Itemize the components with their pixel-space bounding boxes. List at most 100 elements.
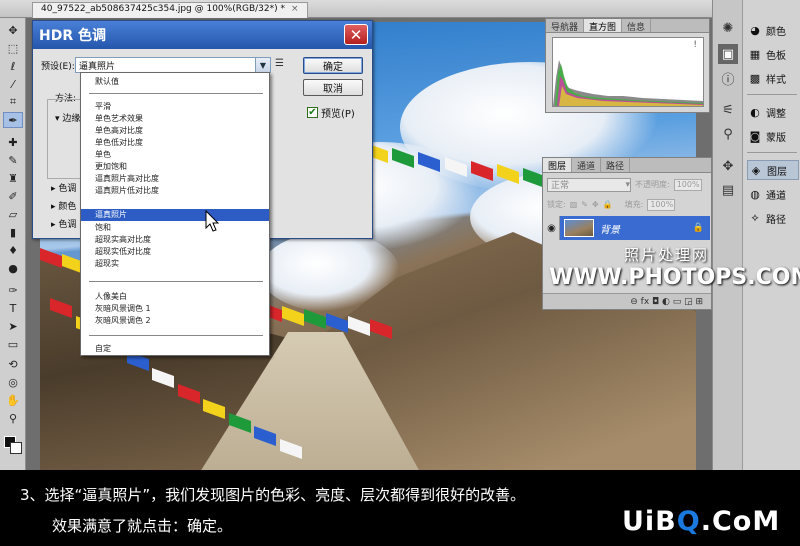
watermark-en: WWW.PHOTOPS.COM bbox=[549, 265, 800, 290]
stamp-icon[interactable]: ♜ bbox=[3, 170, 23, 186]
list-item[interactable]: 人像美白 bbox=[81, 291, 269, 303]
section-label: 色调 bbox=[58, 184, 77, 194]
panel-color[interactable]: ◕ 颜色 bbox=[747, 20, 799, 40]
panel-layers[interactable]: ◈ 图层 bbox=[747, 160, 799, 180]
list-item[interactable]: 单色高对比度 bbox=[81, 125, 269, 137]
eraser-icon[interactable]: ▱ bbox=[3, 206, 23, 222]
panel-swatches[interactable]: ▦ 色板 bbox=[747, 44, 799, 64]
panel-channels[interactable]: ◍ 通道 bbox=[747, 184, 799, 204]
info-icon[interactable]: ⓘ bbox=[718, 68, 738, 88]
panel-paths[interactable]: ⟡ 路径 bbox=[747, 208, 799, 228]
pen-icon[interactable]: ✑ bbox=[3, 282, 23, 298]
layer-row[interactable]: ◉ 背景 🔒 bbox=[544, 216, 710, 240]
section-tone[interactable]: ▸ 色调 bbox=[51, 181, 76, 194]
list-item[interactable]: 默认值 bbox=[81, 76, 269, 88]
sliders-icon[interactable]: ⚟ bbox=[718, 100, 738, 120]
list-item[interactable]: 饱和 bbox=[81, 222, 269, 234]
zoom-icon[interactable]: ⚲ bbox=[3, 410, 23, 426]
brightness-icon[interactable]: ✺ bbox=[718, 18, 738, 38]
preview-checkbox[interactable]: ✔ 预览(P) bbox=[307, 105, 355, 120]
preset-label: 预设(E): bbox=[41, 62, 75, 72]
hand-icon[interactable]: ✋ bbox=[3, 392, 23, 408]
crop-icon[interactable]: ⌗ bbox=[3, 94, 23, 110]
cancel-button[interactable]: 取消 bbox=[303, 79, 363, 96]
eye-icon[interactable]: ◉ bbox=[544, 216, 560, 240]
3d-orbit-icon[interactable]: ◎ bbox=[3, 374, 23, 390]
type-icon[interactable]: T bbox=[3, 300, 23, 316]
divider bbox=[89, 281, 263, 282]
panel-masks-label: 蒙版 bbox=[766, 132, 786, 144]
logo-part: UiB bbox=[622, 506, 677, 537]
blend-mode-select[interactable]: 正常 ▾ bbox=[547, 177, 631, 192]
divider bbox=[747, 94, 797, 95]
document-tab-title: 40_97522_ab508637425c354.jpg @ 100%(RGB/… bbox=[41, 4, 285, 14]
list-item[interactable]: 灰暗风景调色 1 bbox=[81, 303, 269, 315]
clone-source-icon[interactable]: ▤ bbox=[718, 180, 738, 200]
tab-channels[interactable]: 通道 bbox=[572, 158, 602, 172]
list-item[interactable]: 逼真照片高对比度 bbox=[81, 173, 269, 185]
healing-icon[interactable]: ✚ bbox=[3, 134, 23, 150]
lasso-icon[interactable]: ℓ bbox=[3, 58, 23, 74]
dodge-icon[interactable]: ● bbox=[3, 260, 23, 276]
puppet-icon[interactable]: ⚲ bbox=[718, 124, 738, 144]
preset-options-icon[interactable]: ☰ bbox=[275, 58, 284, 69]
list-item[interactable]: 超现实高对比度 bbox=[81, 234, 269, 246]
list-item[interactable]: 逼真照片低对比度 bbox=[81, 185, 269, 197]
edge-glow-label[interactable]: ▾ 边缘 bbox=[55, 111, 80, 124]
move-icon[interactable]: ✥ bbox=[3, 22, 23, 38]
quick-select-icon[interactable]: ⁄ bbox=[3, 76, 23, 92]
prayer-flag bbox=[282, 305, 304, 326]
tab-navigator[interactable]: 导航器 bbox=[546, 19, 585, 33]
lock-label: 锁定: bbox=[547, 200, 566, 209]
shape-icon[interactable]: ▭ bbox=[3, 336, 23, 352]
warning-icon[interactable]: ! bbox=[693, 40, 697, 50]
close-button[interactable]: ✕ bbox=[344, 24, 368, 45]
image-icon[interactable]: ▣ bbox=[718, 44, 738, 64]
tool-presets-icon[interactable]: ✥ bbox=[718, 156, 738, 176]
path-select-icon[interactable]: ➤ bbox=[3, 318, 23, 334]
panel-masks[interactable]: ◙ 蒙版 bbox=[747, 126, 799, 146]
blur-icon[interactable]: ♦ bbox=[3, 242, 23, 258]
chevron-down-icon[interactable]: ▼ bbox=[255, 58, 270, 72]
panel-styles[interactable]: ▩ 样式 bbox=[747, 68, 799, 88]
list-item[interactable]: 超现实低对比度 bbox=[81, 246, 269, 258]
3d-rotate-icon[interactable]: ⟲ bbox=[3, 356, 23, 372]
tab-paths[interactable]: 路径 bbox=[601, 158, 631, 172]
panel-channels-label: 通道 bbox=[766, 190, 786, 202]
lock-paint-icon[interactable]: ✎ bbox=[581, 200, 588, 209]
dialog-title-bar[interactable]: HDR 色调 bbox=[33, 21, 372, 49]
fill-input[interactable]: 100% bbox=[647, 198, 676, 211]
tab-histogram[interactable]: 直方图 bbox=[584, 19, 623, 33]
tab-layers[interactable]: 图层 bbox=[543, 158, 573, 172]
panel-dock: ◕ 颜色 ▦ 色板 ▩ 样式 ◐ 调整 ◙ 蒙版 ◈ 图层 ◍ 通道 ⟡ 路径 bbox=[742, 0, 800, 470]
panel-adjustments-label: 调整 bbox=[766, 108, 786, 120]
list-item[interactable]: 单色 bbox=[81, 149, 269, 161]
history-brush-icon[interactable]: ✐ bbox=[3, 188, 23, 204]
gradient-icon[interactable]: ▮ bbox=[3, 224, 23, 240]
layer-actions-icons[interactable]: ⊖ fx ◘ ◐ ▭ ◲ ⊞ bbox=[630, 297, 703, 307]
lock-transparency-icon[interactable]: ▨ bbox=[570, 200, 578, 209]
background-color-swatch[interactable] bbox=[10, 442, 22, 454]
opacity-input[interactable]: 100% bbox=[673, 178, 702, 191]
tab-info[interactable]: 信息 bbox=[622, 19, 652, 33]
panel-adjustments[interactable]: ◐ 调整 bbox=[747, 102, 799, 122]
list-item[interactable]: 单色艺术效果 bbox=[81, 113, 269, 125]
list-item[interactable]: 单色低对比度 bbox=[81, 137, 269, 149]
list-item[interactable]: 超现实 bbox=[81, 258, 269, 270]
marquee-icon[interactable]: ⬚ bbox=[3, 40, 23, 56]
section-color[interactable]: ▸ 颜色 bbox=[51, 199, 76, 212]
lock-all-icon[interactable]: 🔒 bbox=[603, 200, 613, 209]
preset-select[interactable]: 逼真照片 bbox=[75, 57, 271, 73]
close-icon[interactable]: × bbox=[291, 4, 299, 14]
section-curve[interactable]: ▸ 色调 bbox=[51, 217, 76, 230]
document-tab[interactable]: 40_97522_ab508637425c354.jpg @ 100%(RGB/… bbox=[32, 2, 308, 18]
lock-move-icon[interactable]: ✥ bbox=[592, 200, 599, 209]
list-item[interactable]: 自定 bbox=[81, 343, 269, 355]
list-item-selected[interactable]: 逼真照片 bbox=[81, 209, 269, 221]
brush-icon[interactable]: ✎ bbox=[3, 152, 23, 168]
eyedropper-icon[interactable]: ✒ bbox=[3, 112, 23, 128]
ok-button[interactable]: 确定 bbox=[303, 57, 363, 74]
list-item[interactable]: 平滑 bbox=[81, 101, 269, 113]
list-item[interactable]: 灰暗风景调色 2 bbox=[81, 315, 269, 327]
list-item[interactable]: 更加饱和 bbox=[81, 161, 269, 173]
